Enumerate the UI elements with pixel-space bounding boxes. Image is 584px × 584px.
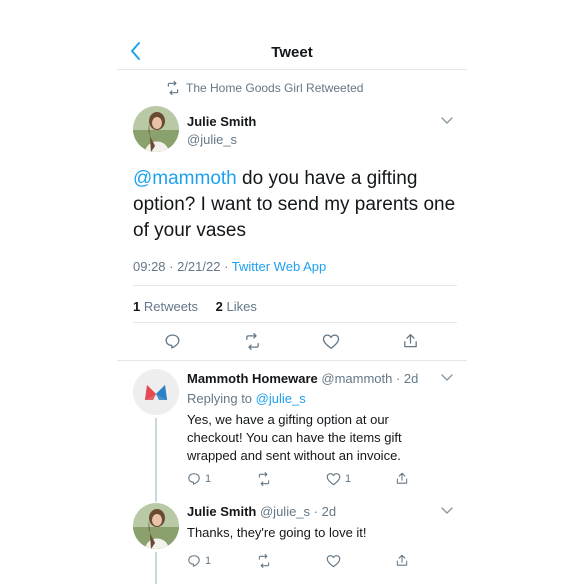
more-options-button[interactable] bbox=[440, 115, 454, 125]
likes-count: 2 bbox=[215, 299, 223, 314]
reply-icon bbox=[188, 473, 200, 485]
reply-icon bbox=[188, 555, 200, 567]
author-handle[interactable]: @julie_s bbox=[187, 132, 237, 147]
heart-icon bbox=[326, 555, 341, 568]
tweet-time: 09:28 · 2/21/22 · bbox=[133, 259, 232, 274]
share-icon bbox=[396, 554, 408, 566]
retweet-icon bbox=[246, 333, 259, 350]
retweet-icon bbox=[258, 472, 270, 486]
tweet-stats: 1 Retweets 2 Likes bbox=[133, 299, 257, 314]
share-icon bbox=[404, 333, 417, 348]
reply-text: Thanks, they're going to love it! bbox=[187, 525, 367, 540]
replying-to: Replying to @julie_s bbox=[187, 391, 306, 406]
julie-avatar-photo bbox=[133, 106, 179, 152]
retweet-icon bbox=[167, 81, 179, 95]
chevron-down-icon bbox=[441, 374, 453, 381]
reply-author-name[interactable]: Julie Smith bbox=[187, 504, 256, 519]
reply-2-reply-button[interactable]: 1 bbox=[187, 554, 211, 568]
share-icon bbox=[396, 472, 408, 484]
reply-1-reply-button[interactable]: 1 bbox=[187, 472, 211, 486]
author-name[interactable]: Julie Smith bbox=[187, 114, 256, 129]
reply-2-like-button[interactable] bbox=[326, 554, 341, 568]
retweets-stat[interactable]: 1 Retweets bbox=[133, 299, 198, 314]
reply-count: 1 bbox=[205, 555, 212, 567]
retweet-context-label: The Home Goods Girl Retweeted bbox=[186, 81, 364, 95]
mention-link[interactable]: @mammoth bbox=[133, 168, 237, 189]
mammoth-avatar[interactable] bbox=[133, 369, 179, 415]
reply-author-handle[interactable]: @mammoth · 2d bbox=[321, 371, 418, 386]
share-button[interactable] bbox=[402, 332, 419, 350]
header-divider bbox=[117, 69, 467, 70]
stats-divider-top bbox=[133, 285, 457, 286]
reply-header: Julie Smith @julie_s · 2d bbox=[187, 504, 336, 519]
actions-divider bbox=[117, 360, 467, 361]
like-button[interactable] bbox=[322, 333, 340, 350]
likes-label: Likes bbox=[222, 299, 257, 314]
reply-author-handle[interactable]: @julie_s · 2d bbox=[260, 504, 336, 519]
chevron-down-icon bbox=[441, 117, 453, 124]
retweet-context: The Home Goods Girl Retweeted bbox=[166, 81, 363, 95]
reply-icon bbox=[165, 334, 180, 349]
replying-to-link[interactable]: @julie_s bbox=[256, 391, 306, 406]
tweet-source-link[interactable]: Twitter Web App bbox=[232, 259, 326, 274]
thread-line bbox=[155, 418, 157, 502]
julie-avatar-photo bbox=[133, 503, 179, 549]
stats-divider-bottom bbox=[133, 322, 457, 323]
heart-icon bbox=[322, 334, 340, 349]
retweets-label: Retweets bbox=[140, 299, 199, 314]
tweet-timestamp: 09:28 · 2/21/22 · Twitter Web App bbox=[133, 259, 326, 274]
heart-icon bbox=[326, 473, 341, 486]
page-title: Tweet bbox=[271, 44, 313, 61]
likes-stat[interactable]: 2 Likes bbox=[216, 299, 257, 314]
reply-1-share-button[interactable] bbox=[395, 471, 409, 486]
reply-author-name[interactable]: Mammoth Homeware bbox=[187, 371, 318, 386]
chevron-down-icon bbox=[441, 507, 453, 514]
reply-text: Yes, we have a gifting option at our che… bbox=[187, 412, 402, 463]
replying-to-prefix: Replying to bbox=[187, 391, 256, 406]
avatar[interactable] bbox=[133, 106, 179, 152]
reply-count: 1 bbox=[205, 473, 212, 485]
reply-1-retweet-button[interactable] bbox=[256, 472, 272, 486]
like-count: 1 bbox=[345, 473, 352, 485]
retweet-icon bbox=[258, 554, 270, 568]
reply-button[interactable] bbox=[164, 333, 181, 350]
reply-more-options[interactable] bbox=[440, 372, 454, 382]
mammoth-logo bbox=[145, 385, 167, 400]
avatar[interactable] bbox=[133, 503, 179, 549]
reply-more-options[interactable] bbox=[440, 505, 454, 515]
reply-header: Mammoth Homeware @mammoth · 2d bbox=[187, 371, 418, 386]
reply-2-retweet-button[interactable] bbox=[256, 554, 272, 568]
tweet-text: @mammoth do you have a gifting option? I… bbox=[133, 166, 463, 244]
thread-line bbox=[155, 552, 157, 584]
reply-1-like-button[interactable]: 1 bbox=[326, 472, 351, 486]
retweet-button[interactable] bbox=[243, 333, 262, 350]
reply-2-share-button[interactable] bbox=[395, 553, 409, 568]
